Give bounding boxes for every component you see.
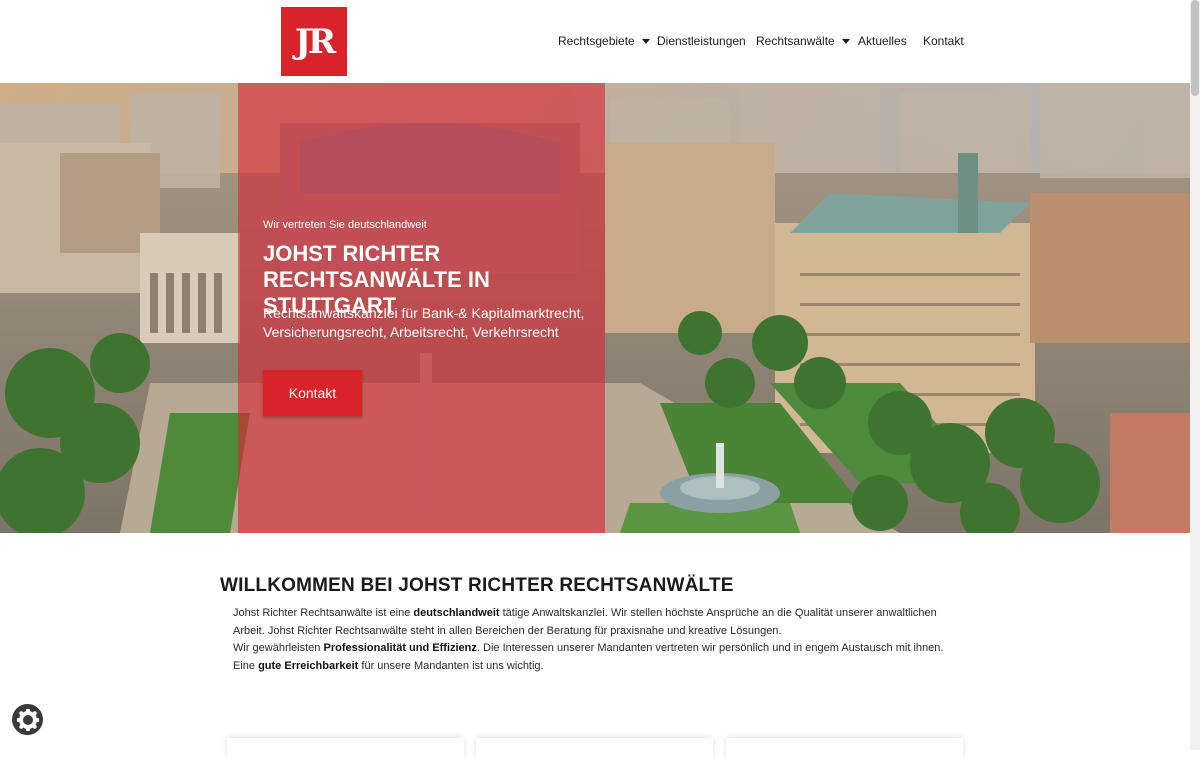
page-scrollbar[interactable] (1190, 0, 1200, 750)
nav-label: Dienstleistungen (657, 34, 746, 48)
welcome-paragraph-3: Eine gute Erreichbarkeit für unsere Mand… (233, 659, 544, 672)
welcome-paragraph-1: Johst Richter Rechtsanwälte ist eine deu… (233, 607, 937, 637)
hero-contact-button[interactable]: Kontakt (263, 370, 362, 416)
nav-label: Aktuelles (858, 34, 907, 48)
chevron-down-icon (841, 38, 850, 44)
scrollbar-thumb[interactable] (1191, 0, 1199, 96)
cookie-icon (16, 708, 39, 731)
service-card[interactable] (476, 738, 713, 758)
hero-subtitle: Rechtsanwaltskanzlei für Bank-& Kapitalm… (263, 305, 585, 340)
chevron-down-icon (641, 38, 650, 44)
welcome-text: Johst Richter Rechtsanwälte ist eine deu… (233, 605, 968, 675)
logo[interactable]: JR (281, 7, 347, 76)
nav-label: Rechtsgebiete (558, 34, 635, 48)
nav-label: Kontakt (923, 34, 964, 48)
welcome-heading: Willkommen bei Johst Richter Rechtsanwäl… (220, 575, 734, 596)
service-card[interactable] (726, 738, 963, 758)
site-header: JR Rechtsgebiete Dienstleistungen Rechts… (0, 0, 1190, 83)
welcome-paragraph-2: Wir gewährleisten Professionalität und E… (233, 642, 944, 654)
nav-label: Rechtsanwälte (756, 34, 835, 48)
hero-section: Wir vertreten Sie deutschlandweit Johst … (0, 83, 1190, 533)
hero-kicker: Wir vertreten Sie deutschlandweit (263, 219, 427, 231)
nav-item-kontakt[interactable]: Kontakt (923, 34, 964, 48)
nav-item-rechtsanwaelte[interactable]: Rechtsanwälte (756, 34, 850, 48)
nav-item-dienstleistungen[interactable]: Dienstleistungen (657, 34, 746, 48)
service-card[interactable] (227, 738, 464, 758)
nav-item-aktuelles[interactable]: Aktuelles (858, 34, 907, 48)
cookie-settings-button[interactable] (12, 704, 43, 735)
nav-item-rechtsgebiete[interactable]: Rechtsgebiete (558, 34, 650, 48)
